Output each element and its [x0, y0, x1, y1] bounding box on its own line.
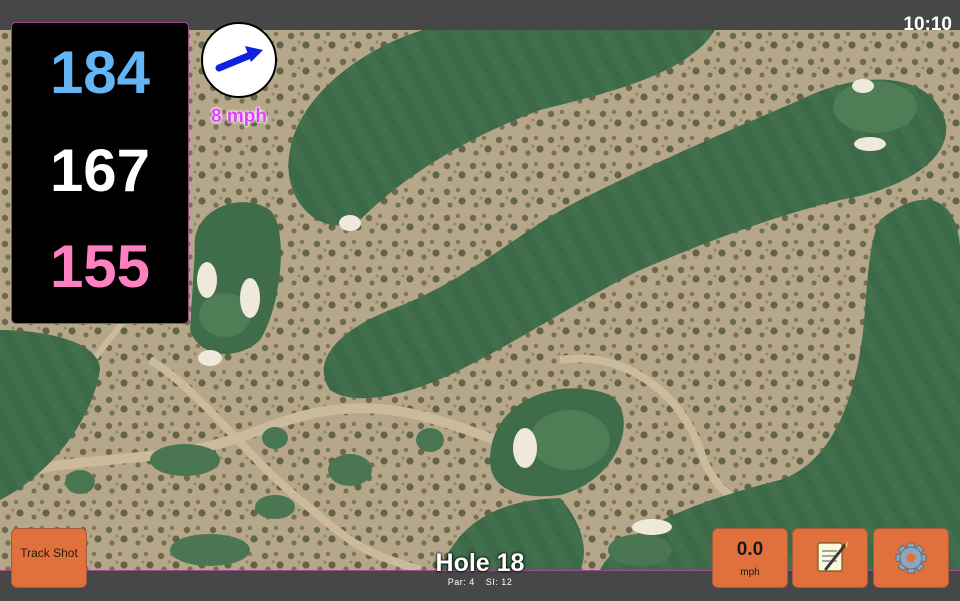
gear-icon: [895, 542, 927, 574]
wind-direction-arrow-icon: [215, 46, 263, 72]
back-yardage: 184: [49, 39, 151, 106]
speed-button[interactable]: 0.0 mph: [712, 528, 788, 588]
wind-direction-indicator: [201, 22, 277, 98]
wind-speed-label: 8 mph: [211, 106, 267, 127]
hole-title: Hole 18: [435, 549, 525, 577]
speed-unit: mph: [740, 567, 760, 578]
notes-button[interactable]: [792, 528, 868, 588]
settings-button[interactable]: [873, 528, 949, 588]
middle-yardage: 167: [49, 137, 151, 204]
hole-stroke-index: SI: 12: [485, 577, 513, 587]
front-yardage: 155: [49, 233, 151, 300]
hole-par: Par: 4: [447, 577, 475, 587]
track-shot-button[interactable]: Track Shot: [11, 528, 87, 588]
speed-value: 0.0: [736, 539, 764, 560]
hole-info: Par: 4 SI: 12: [380, 577, 580, 587]
notepad-icon: [817, 541, 848, 572]
yardage-panel: 184 167 155: [11, 22, 189, 324]
